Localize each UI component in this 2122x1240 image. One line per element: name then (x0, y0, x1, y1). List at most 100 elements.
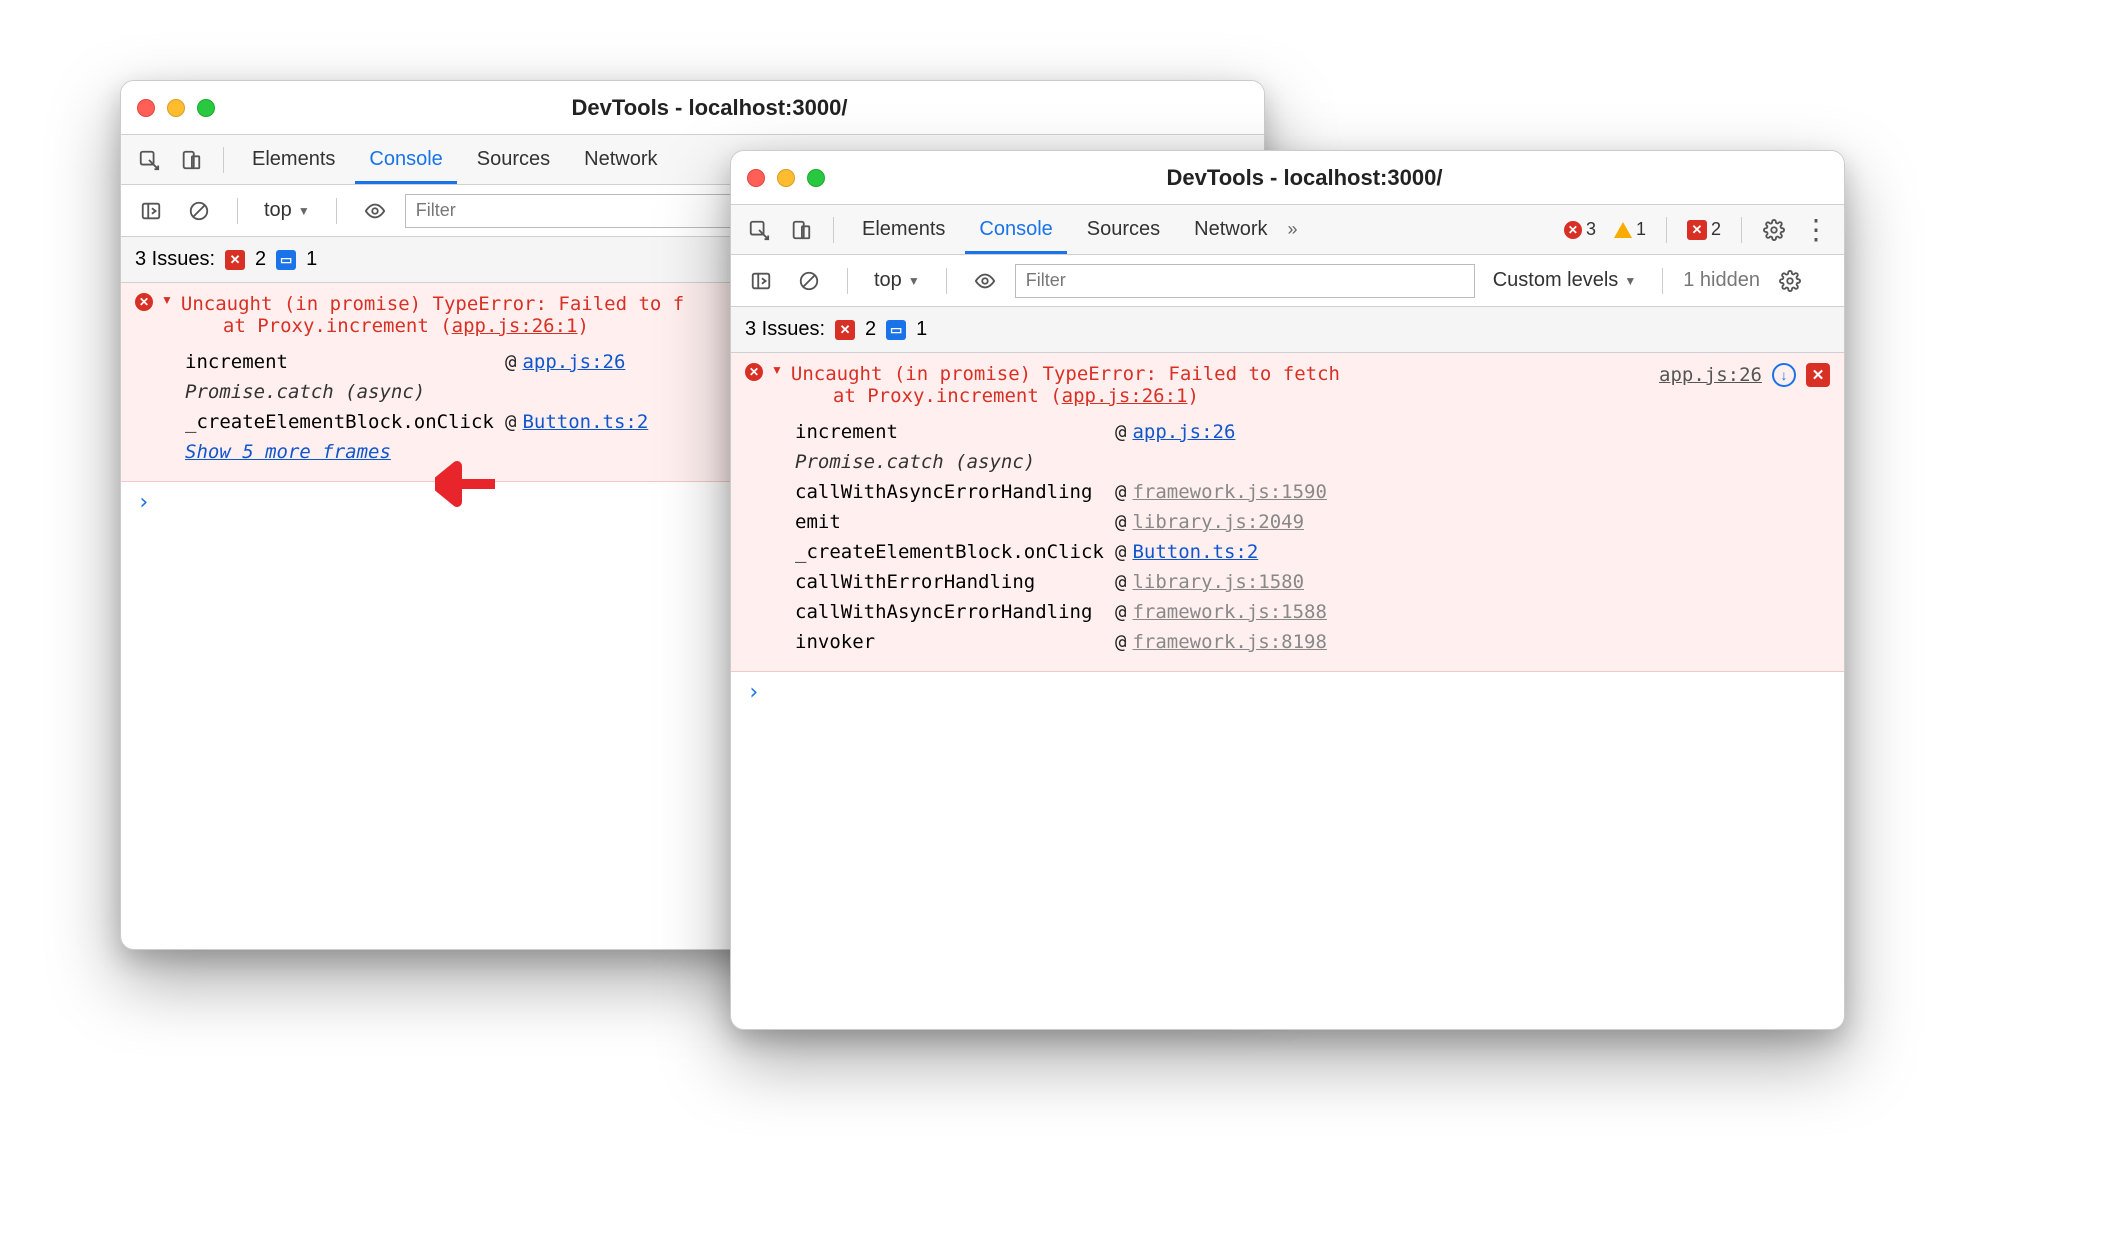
error-icon: ✕ (135, 293, 153, 311)
error-head: Uncaught (in promise) TypeError: Failed … (791, 363, 1340, 385)
error-count-badge[interactable]: ✕ 3 (1558, 219, 1602, 240)
device-icon[interactable] (783, 212, 819, 248)
minimize-icon[interactable] (167, 99, 185, 117)
error-source-link[interactable]: app.js:26:1 (1062, 385, 1188, 407)
clear-console-icon[interactable] (791, 263, 827, 299)
sidebar-toggle-icon[interactable] (133, 193, 169, 229)
issues-bar[interactable]: 3 Issues: ✕ 2 ▭ 1 (731, 307, 1844, 353)
inspect-icon[interactable] (131, 142, 167, 178)
more-icon[interactable]: ⋮ (1798, 212, 1834, 248)
frame-fn: _createElementBlock.onClick (795, 541, 1115, 563)
error-sub-suffix: ) (578, 315, 589, 337)
gear-icon[interactable] (1772, 263, 1808, 299)
frame-source-link[interactable]: Button.ts:2 (1132, 541, 1258, 563)
frame-at: @ (505, 351, 522, 373)
issues-count-badge[interactable]: ✕ 2 (1681, 219, 1727, 240)
titlebar: DevTools - localhost:3000/ (121, 81, 1264, 135)
error-head: Uncaught (in promise) TypeError: Failed … (181, 293, 684, 315)
eye-icon[interactable] (967, 263, 1003, 299)
stack-frame: emit@library.js:2049 (795, 507, 1830, 537)
close-icon[interactable] (137, 99, 155, 117)
frame-at: @ (1115, 541, 1132, 563)
expand-icon[interactable]: ▼ (771, 363, 783, 377)
show-more-link[interactable]: Show 5 more frames (185, 441, 391, 463)
warning-icon (1614, 222, 1632, 238)
close-icon[interactable] (747, 169, 765, 187)
eye-icon[interactable] (357, 193, 393, 229)
chevron-down-icon: ▼ (908, 274, 920, 288)
stack-frame: callWithAsyncErrorHandling@framework.js:… (795, 597, 1830, 627)
frame-source-link[interactable]: app.js:26 (1132, 421, 1235, 443)
tab-console[interactable]: Console (965, 205, 1066, 254)
traffic-lights (747, 169, 825, 187)
stack-frame-async: Promise.catch (async) (795, 447, 1830, 477)
device-icon[interactable] (173, 142, 209, 178)
frame-source-link[interactable]: app.js:26 (522, 351, 625, 373)
frame-source-link[interactable]: Button.ts:2 (522, 411, 648, 433)
frame-source-link[interactable]: framework.js:8198 (1132, 631, 1326, 653)
inspect-icon[interactable] (741, 212, 777, 248)
chevron-down-icon: ▼ (1624, 274, 1636, 288)
frame-source-link[interactable]: library.js:1580 (1132, 571, 1304, 593)
error-sub-prefix: at Proxy.increment ( (223, 315, 452, 337)
frame-at: @ (1115, 511, 1132, 533)
tab-elements[interactable]: Elements (238, 135, 349, 184)
error-source-link[interactable]: app.js:26:1 (452, 315, 578, 337)
stack-frame: callWithAsyncErrorHandling@framework.js:… (795, 477, 1830, 507)
issues-err-count: 2 (255, 248, 266, 271)
error-badge-icon: ✕ (835, 320, 855, 340)
tab-sources[interactable]: Sources (1073, 205, 1174, 254)
issues-count: 2 (1711, 219, 1721, 240)
error-icon: ✕ (745, 363, 763, 381)
hidden-count[interactable]: 1 hidden (1683, 269, 1760, 292)
clear-console-icon[interactable] (181, 193, 217, 229)
error-source-right[interactable]: app.js:26 (1659, 364, 1762, 386)
filter-input[interactable]: Filter (1015, 264, 1475, 298)
frame-fn: invoker (795, 631, 1115, 653)
levels-label: Custom levels (1493, 269, 1619, 292)
frame-fn: Promise.catch (async) (185, 381, 505, 403)
frame-fn: _createElementBlock.onClick (185, 411, 505, 433)
levels-selector[interactable]: Custom levels ▼ (1487, 269, 1643, 292)
context-selector[interactable]: top ▼ (868, 269, 926, 292)
window-title: DevTools - localhost:3000/ (845, 165, 1764, 191)
issues-err-count: 2 (865, 318, 876, 341)
context-label: top (264, 199, 292, 222)
frame-fn: increment (795, 421, 1115, 443)
chevron-down-icon: ▼ (298, 204, 310, 218)
tab-elements[interactable]: Elements (848, 205, 959, 254)
restart-icon[interactable]: ↓ (1772, 363, 1796, 387)
frame-at: @ (1115, 421, 1132, 443)
gear-icon[interactable] (1756, 212, 1792, 248)
minimize-icon[interactable] (777, 169, 795, 187)
error-icon: ✕ (1564, 221, 1582, 239)
dismiss-error-icon[interactable]: ✕ (1806, 363, 1830, 387)
message-badge-icon: ▭ (276, 250, 296, 270)
context-selector[interactable]: top ▼ (258, 199, 316, 222)
overflow-tabs[interactable]: » (1288, 219, 1298, 240)
console-toolbar: top ▼ Filter Custom levels ▼ 1 hidden (731, 255, 1844, 307)
error-badge-icon: ✕ (1687, 220, 1707, 240)
frame-fn: callWithErrorHandling (795, 571, 1115, 593)
tab-network[interactable]: Network (1180, 205, 1281, 254)
console-prompt[interactable]: › (731, 672, 1844, 713)
tab-network[interactable]: Network (570, 135, 671, 184)
tab-sources[interactable]: Sources (463, 135, 564, 184)
expand-icon[interactable]: ▼ (161, 293, 173, 307)
tab-console[interactable]: Console (355, 135, 456, 184)
frame-at: @ (1115, 571, 1132, 593)
frame-source-link[interactable]: framework.js:1588 (1132, 601, 1326, 623)
zoom-icon[interactable] (807, 169, 825, 187)
stack-frame: _createElementBlock.onClick@Button.ts:2 (795, 537, 1830, 567)
error-badge-icon: ✕ (225, 250, 245, 270)
sidebar-toggle-icon[interactable] (743, 263, 779, 299)
stack-frame: increment@app.js:26 (795, 417, 1830, 447)
frame-source-link[interactable]: framework.js:1590 (1132, 481, 1326, 503)
frame-fn: emit (795, 511, 1115, 533)
frame-source-link[interactable]: library.js:2049 (1132, 511, 1304, 533)
warn-count-badge[interactable]: 1 (1608, 219, 1652, 240)
frame-fn: callWithAsyncErrorHandling (795, 481, 1115, 503)
zoom-icon[interactable] (197, 99, 215, 117)
issues-msg-count: 1 (306, 248, 317, 271)
devtools-tabs: Elements Console Sources Network » ✕ 3 1… (731, 205, 1844, 255)
